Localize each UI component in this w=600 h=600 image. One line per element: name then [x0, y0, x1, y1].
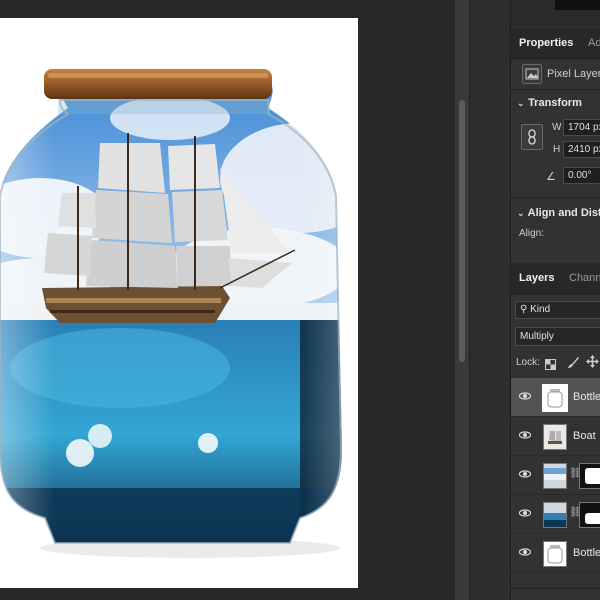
- properties-tabbar: Properties Adjustments: [511, 28, 600, 59]
- transform-title: Transform: [528, 97, 582, 109]
- layer-row-boat[interactable]: Boat: [511, 417, 600, 456]
- link-icon[interactable]: [521, 124, 543, 150]
- image-icon: [522, 64, 542, 84]
- tab-layers[interactable]: Layers: [519, 272, 554, 284]
- layer-row-bottle-top[interactable]: Bottle: [511, 378, 600, 417]
- transform-section-header[interactable]: ⌄ Transform: [517, 97, 600, 109]
- eye-icon[interactable]: [519, 468, 531, 480]
- eye-icon[interactable]: [519, 507, 531, 519]
- document-canvas[interactable]: [0, 18, 358, 588]
- lock-label: Lock:: [516, 357, 540, 368]
- tab-channels[interactable]: Channels: [569, 272, 600, 284]
- ship-in-bottle-artwork: [0, 69, 343, 558]
- layer-mask-thumbnail[interactable]: [579, 463, 600, 489]
- layer-thumbnail: [543, 463, 567, 489]
- layer-mask-thumbnail[interactable]: [579, 502, 600, 528]
- panel-top-strip: [511, 0, 600, 26]
- align-title: Align and Distribute: [527, 207, 600, 219]
- search-icon: ⚲: [520, 304, 528, 315]
- layer-name[interactable]: Bottle: [573, 391, 600, 403]
- width-label: W: [552, 122, 562, 133]
- layer-row-sea[interactable]: ⛓: [511, 495, 600, 534]
- layer-name[interactable]: Boat: [573, 430, 596, 442]
- checkerboard-icon[interactable]: [545, 357, 556, 370]
- layer-kind-label: Pixel Layer: [547, 68, 600, 80]
- layer-thumbnail: [542, 384, 568, 412]
- height-field[interactable]: 2410 px: [563, 141, 600, 158]
- eye-icon[interactable]: [519, 429, 531, 441]
- blend-mode-dropdown[interactable]: Multiply: [515, 327, 600, 346]
- height-label: H: [553, 144, 561, 155]
- eye-icon[interactable]: [519, 390, 531, 402]
- move-icon[interactable]: [586, 355, 599, 368]
- width-field[interactable]: 1704 px: [563, 119, 600, 136]
- layer-name[interactable]: Bottle: [573, 547, 600, 559]
- chevron-down-icon: ⌄: [517, 98, 525, 108]
- layer-thumbnail: [543, 502, 567, 528]
- layer-row-sky[interactable]: ⛓: [511, 456, 600, 495]
- align-label: Align:: [519, 228, 545, 239]
- layer-row-bottle-bottom[interactable]: Bottle: [511, 534, 600, 573]
- angle-icon: ∠: [546, 171, 556, 183]
- eye-icon[interactable]: [519, 546, 531, 558]
- canvas-area[interactable]: [0, 0, 455, 600]
- panel-dock-gutter: [469, 0, 510, 600]
- angle-field[interactable]: 0.00°: [563, 167, 600, 184]
- brush-icon[interactable]: [567, 356, 580, 369]
- layer-filter-value: Kind: [530, 304, 551, 315]
- layers-tabbar: Layers Channels: [511, 263, 600, 294]
- photoshop-window: Properties Adjustments Pixel Layer ⌄ Tra…: [0, 0, 600, 600]
- chevron-down-icon: ⌄: [517, 208, 525, 218]
- layer-thumbnail: [543, 541, 567, 567]
- layer-filter-dropdown[interactable]: ⚲ Kind: [515, 301, 600, 319]
- tab-adjustments[interactable]: Adjustments: [588, 37, 600, 49]
- tab-properties[interactable]: Properties: [519, 37, 573, 49]
- align-section-header[interactable]: ⌄ Align and Distribute: [517, 207, 600, 219]
- right-panel: Properties Adjustments Pixel Layer ⌄ Tra…: [510, 0, 600, 600]
- canvas-scrollbar-thumb[interactable]: [459, 100, 465, 362]
- layer-thumbnail: [543, 424, 567, 450]
